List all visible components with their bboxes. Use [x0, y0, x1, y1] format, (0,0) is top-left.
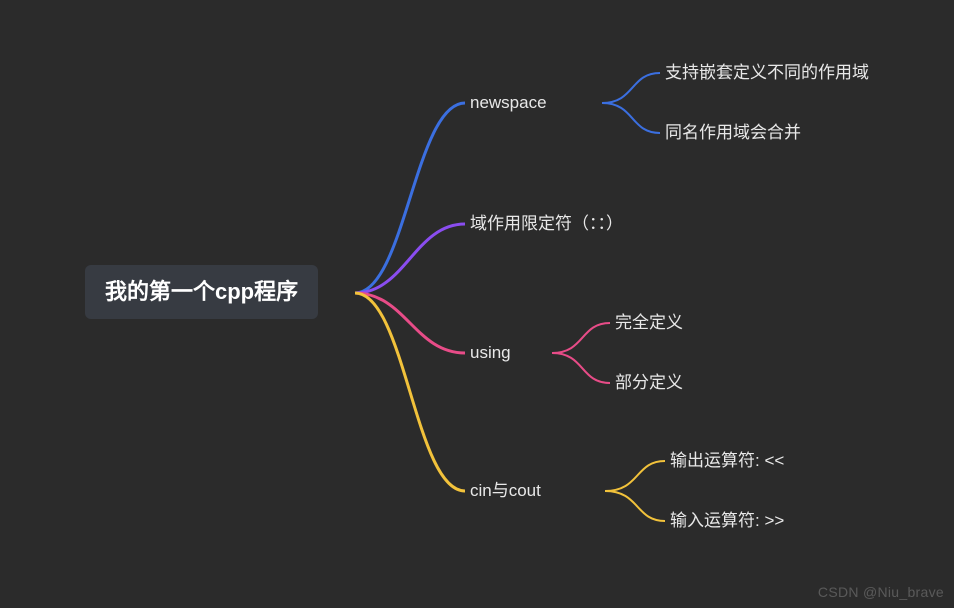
branch-4-child-1[interactable]: 输出运算符: << — [670, 452, 784, 469]
branch-3-child-1[interactable]: 完全定义 — [615, 314, 683, 331]
connector-root-3 — [355, 293, 465, 353]
connector-root-4 — [355, 293, 465, 491]
branch-1-child-2[interactable]: 同名作用域会合并 — [665, 124, 801, 141]
branch-4-child-2[interactable]: 输入运算符: >> — [670, 512, 784, 529]
mindmap-canvas: 我的第一个cpp程序 newspace 支持嵌套定义不同的作用域 同名作用域会合… — [0, 0, 954, 608]
branch-2-label[interactable]: 域作用限定符（：：） — [470, 215, 623, 232]
connector-1-1 — [602, 73, 660, 103]
branch-4-label[interactable]: cin与cout — [470, 482, 541, 499]
connector-root-1 — [355, 103, 465, 293]
connector-1-2 — [602, 103, 660, 133]
branch-3-label[interactable]: using — [470, 344, 511, 361]
connector-3-2 — [552, 353, 610, 383]
connector-3-1 — [552, 323, 610, 353]
watermark: CSDN @Niu_brave — [818, 584, 944, 600]
mindmap-root[interactable]: 我的第一个cpp程序 — [85, 265, 318, 319]
connector-4-1 — [605, 461, 665, 491]
branch-1-label[interactable]: newspace — [470, 94, 547, 111]
connector-root-2 — [355, 224, 465, 293]
branch-1-child-1[interactable]: 支持嵌套定义不同的作用域 — [665, 64, 869, 81]
connector-4-2 — [605, 491, 665, 521]
branch-3-child-2[interactable]: 部分定义 — [615, 374, 683, 391]
